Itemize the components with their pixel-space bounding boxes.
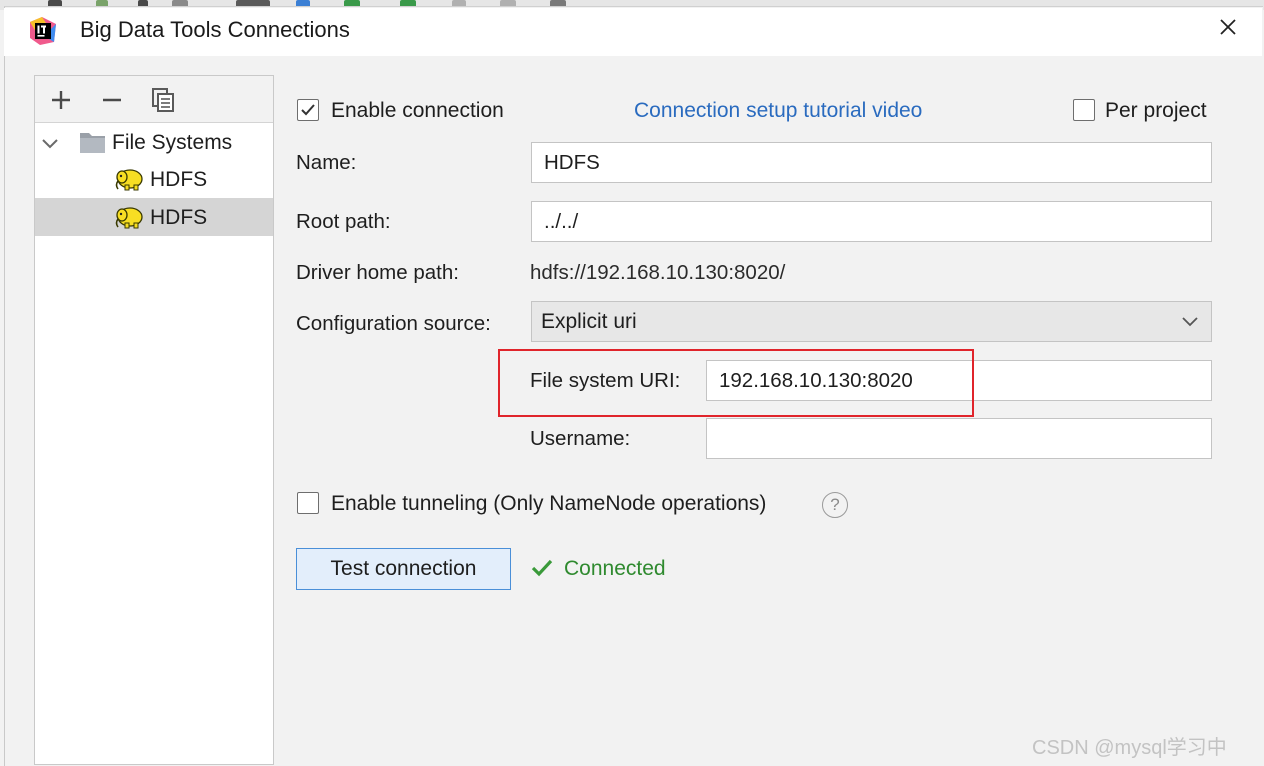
configuration-source-label: Configuration source: <box>296 312 491 335</box>
chevron-down-icon[interactable] <box>1180 313 1200 331</box>
enable-tunneling-label[interactable]: Enable tunneling (Only NameNode operatio… <box>331 492 766 516</box>
minus-icon <box>103 98 121 102</box>
copy-icon <box>152 88 174 112</box>
username-input[interactable] <box>706 418 1212 459</box>
watermark: CSDN @mysql学习中 <box>1032 737 1227 759</box>
username-label: Username: <box>530 427 631 450</box>
root-path-label: Root path: <box>296 210 391 233</box>
remove-connection-button[interactable] <box>97 85 127 115</box>
configuration-source-value: Explicit uri <box>541 309 637 333</box>
driver-home-path-value: hdfs://192.168.10.130:8020/ <box>530 261 786 284</box>
test-connection-button[interactable]: Test connection <box>296 548 511 590</box>
driver-home-path-label: Driver home path: <box>296 261 459 284</box>
annotation-highlight-box <box>498 349 974 417</box>
chevron-down-icon[interactable] <box>40 134 60 154</box>
close-icon[interactable] <box>1215 14 1241 40</box>
name-label: Name: <box>296 151 357 174</box>
folder-icon <box>80 133 105 153</box>
enable-connection-checkbox[interactable] <box>297 99 319 121</box>
per-project-checkbox[interactable] <box>1073 99 1095 121</box>
per-project-label[interactable]: Per project <box>1105 99 1207 123</box>
copy-connection-button[interactable] <box>148 85 178 115</box>
root-path-input[interactable]: ../../ <box>531 201 1212 242</box>
tree-group-file-systems[interactable]: File Systems <box>112 131 232 155</box>
checkmark-icon <box>301 104 315 116</box>
hadoop-elephant-icon <box>115 207 143 229</box>
connection-status: Connected <box>564 557 666 580</box>
tutorial-video-link[interactable]: Connection setup tutorial video <box>634 99 922 123</box>
intellij-logo-icon <box>30 17 56 45</box>
tree-item-hdfs-selected[interactable]: HDFS <box>150 206 207 230</box>
help-icon[interactable]: ? <box>822 492 848 518</box>
success-check-icon <box>531 559 553 577</box>
hadoop-elephant-icon <box>115 169 143 191</box>
configuration-source-select[interactable]: Explicit uri <box>531 301 1212 342</box>
window-title: Big Data Tools Connections <box>80 17 350 42</box>
name-input[interactable]: HDFS <box>531 142 1212 183</box>
tree-item-hdfs[interactable]: HDFS <box>150 168 207 192</box>
plus-icon <box>52 91 70 109</box>
enable-connection-label[interactable]: Enable connection <box>331 99 504 123</box>
add-connection-button[interactable] <box>46 85 76 115</box>
enable-tunneling-checkbox[interactable] <box>297 492 319 514</box>
